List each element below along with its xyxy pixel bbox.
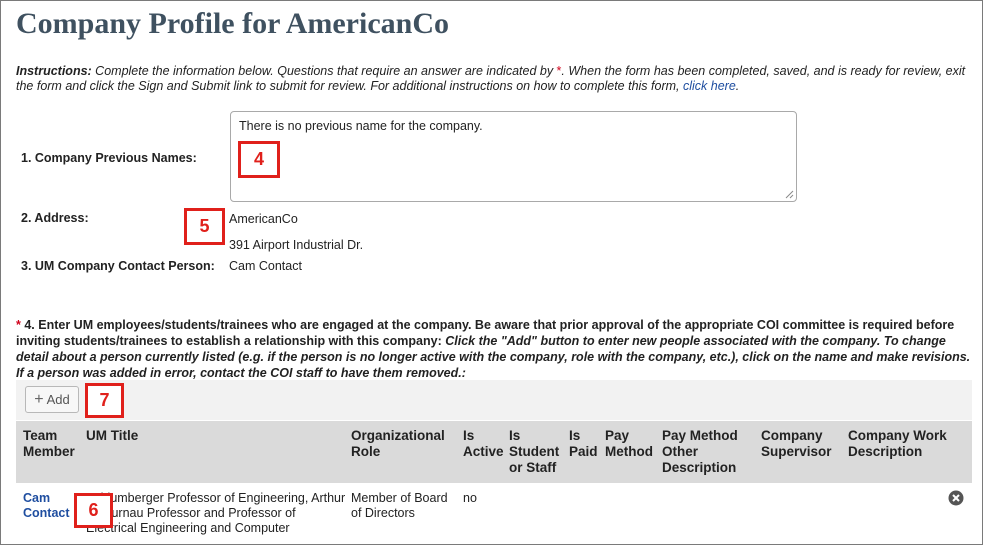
add-button[interactable]: + Add [25, 386, 79, 413]
instructions-lead: Instructions: [16, 64, 92, 78]
form-frame: Company Profile for AmericanCo Instructi… [0, 0, 983, 545]
header-um-title: UM Title [86, 428, 139, 443]
header-pay-method: Pay Method [605, 428, 653, 459]
team-member-link[interactable]: Cam Contact [23, 491, 73, 521]
header-org-role: Organizational Role [351, 428, 445, 459]
remove-icon[interactable] [948, 490, 964, 506]
header-is-student: Is Student or Staff [509, 428, 560, 475]
callout-7: 7 [85, 383, 124, 418]
callout-5: 5 [184, 208, 225, 245]
table-header: Team Member UM Title Organizational Role… [16, 421, 972, 483]
header-pay-method-other: Pay Method Other Description [662, 428, 738, 475]
address-line-2: 391 Airport Industrial Dr. [229, 238, 364, 252]
instructions: Instructions: Complete the information b… [16, 64, 971, 94]
resize-grip-icon[interactable] [785, 190, 794, 199]
add-button-label: Add [46, 392, 70, 407]
header-company-supervisor: Company Supervisor [761, 428, 832, 459]
table-row: Cam Contact Schlumberger Professor of En… [16, 483, 972, 544]
table-toolbar: + Add [16, 380, 972, 420]
is-active-cell: no [463, 491, 477, 505]
instructions-text-1: Complete the information below. Question… [91, 64, 557, 78]
instructions-end: . [735, 79, 740, 93]
page-title: Company Profile for AmericanCo [16, 7, 449, 40]
previous-names-textarea[interactable]: There is no previous name for the compan… [230, 111, 797, 202]
address-line-1: AmericanCo [229, 212, 298, 226]
engaged-people-question: * 4. Enter UM employees/students/trainee… [16, 317, 971, 381]
um-title-cell: Schlumberger Professor of Engineering, A… [86, 491, 346, 535]
header-company-work: Company Work Description [848, 428, 947, 459]
callout-4: 4 [238, 141, 280, 178]
previous-names-value: There is no previous name for the compan… [239, 119, 483, 133]
header-is-paid: Is Paid [569, 428, 598, 459]
callout-6: 6 [74, 493, 113, 528]
click-here-link[interactable]: click here [683, 79, 736, 93]
contact-person-value: Cam Contact [229, 259, 302, 273]
contact-person-label: 3. UM Company Contact Person: [21, 259, 215, 273]
previous-names-label: 1. Company Previous Names: [21, 151, 197, 165]
header-team-member: Team Member [23, 428, 75, 459]
address-label: 2. Address: [21, 211, 89, 225]
org-role-cell: Member of Board of Directors [351, 491, 448, 520]
plus-icon: + [34, 390, 44, 408]
header-is-active: Is Active [463, 428, 504, 459]
